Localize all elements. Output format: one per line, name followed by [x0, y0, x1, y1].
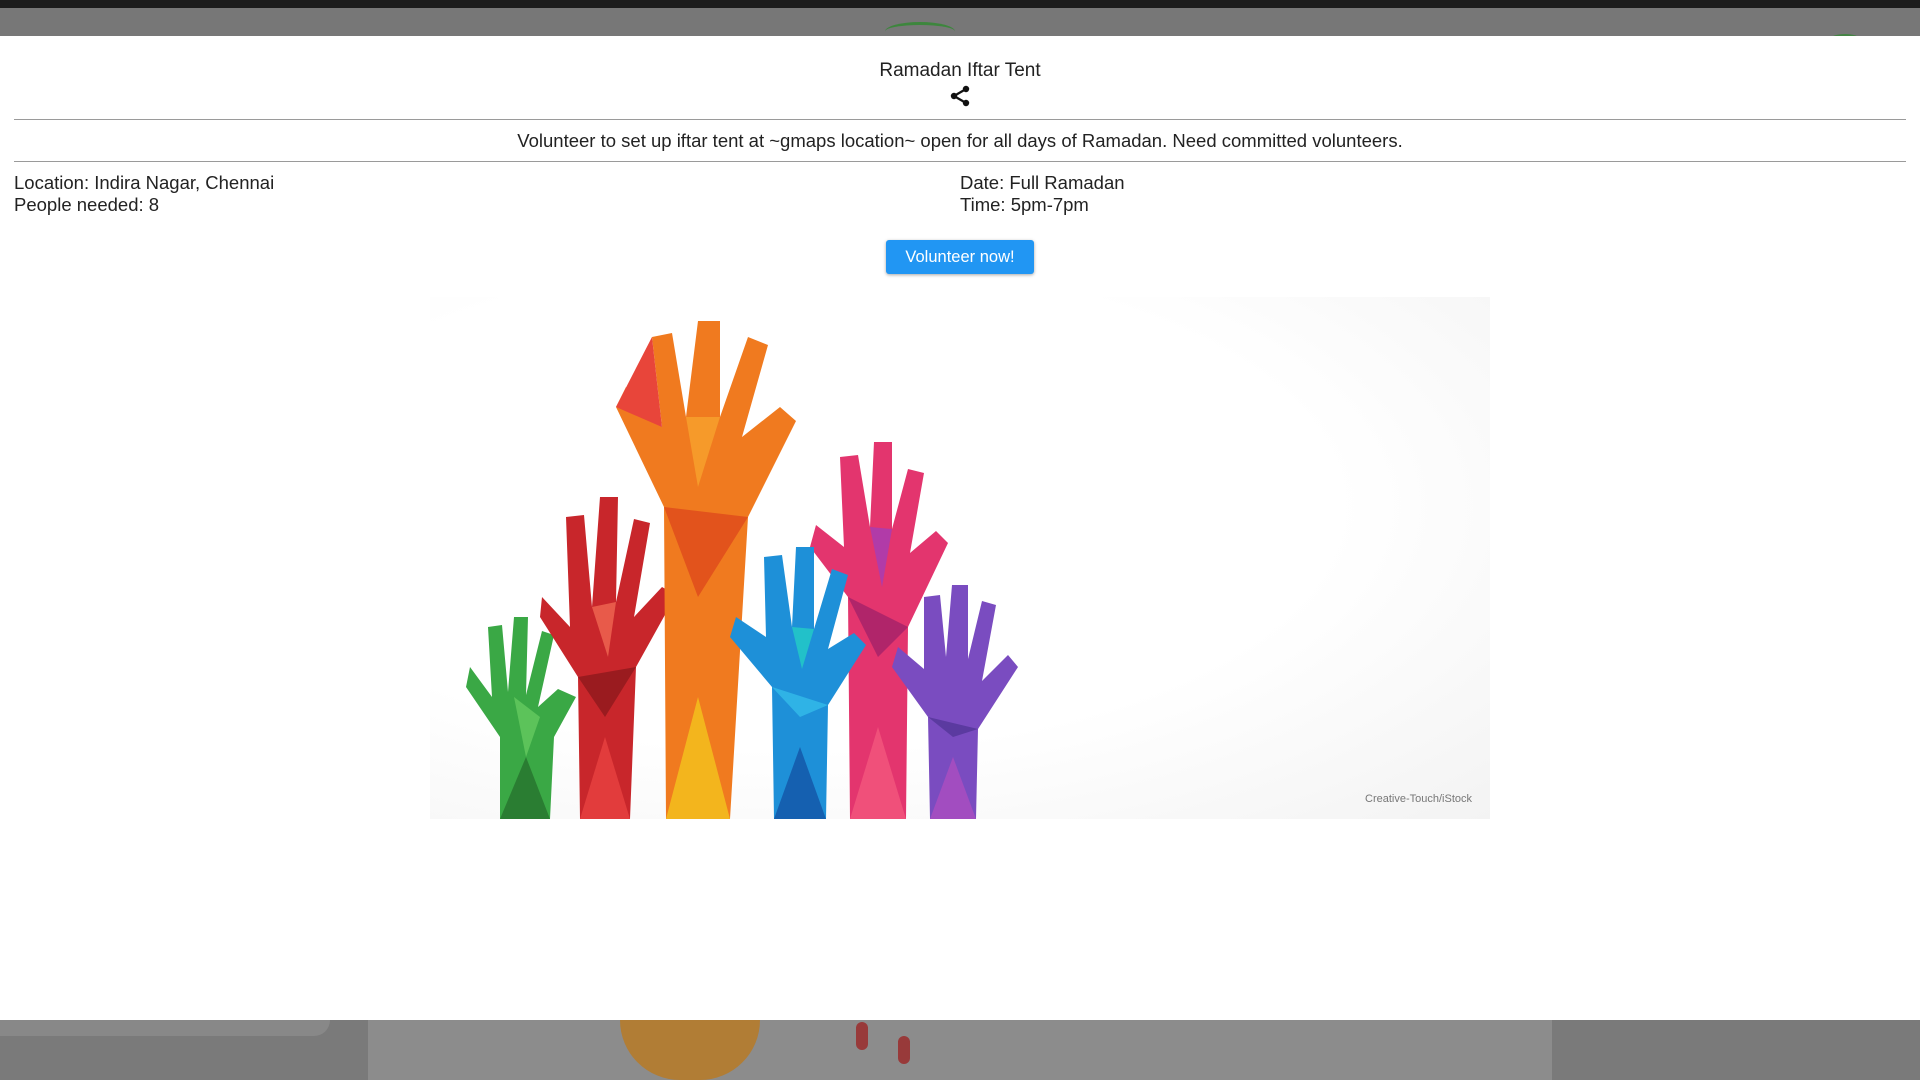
background-card	[0, 1020, 330, 1036]
event-info-left: Location: Indira Nagar, Chennai People n…	[14, 172, 274, 216]
divider	[14, 161, 1906, 162]
background-image-fragment	[898, 1036, 910, 1064]
background-card-image	[368, 1020, 1552, 1080]
background-image-fragment	[856, 1022, 868, 1050]
event-time: Time: 5pm-7pm	[960, 194, 1089, 215]
event-image: Creative-Touch/iStock	[430, 297, 1490, 819]
background-topbar	[0, 0, 1920, 8]
event-description: Volunteer to set up iftar tent at ~gmaps…	[517, 130, 1403, 151]
background-header	[0, 8, 1920, 36]
event-location: Location: Indira Nagar, Chennai	[14, 172, 275, 193]
event-people-needed: People needed: 8	[14, 194, 160, 215]
share-button[interactable]	[946, 84, 974, 112]
volunteer-now-button[interactable]: Volunteer now!	[886, 240, 1034, 274]
event-detail-modal: Ramadan Iftar Tent Volunteer to set up i…	[0, 36, 1920, 1020]
event-title: Ramadan Iftar Tent	[879, 60, 1041, 81]
event-date: Date: Full Ramadan	[960, 172, 1125, 193]
image-credit: Creative-Touch/iStock	[1365, 793, 1472, 805]
raised-hands-illustration	[466, 321, 1018, 819]
event-info-right: Date: Full Ramadan Time: 5pm-7pm	[960, 172, 1125, 216]
divider	[14, 119, 1906, 120]
share-icon	[948, 84, 972, 113]
